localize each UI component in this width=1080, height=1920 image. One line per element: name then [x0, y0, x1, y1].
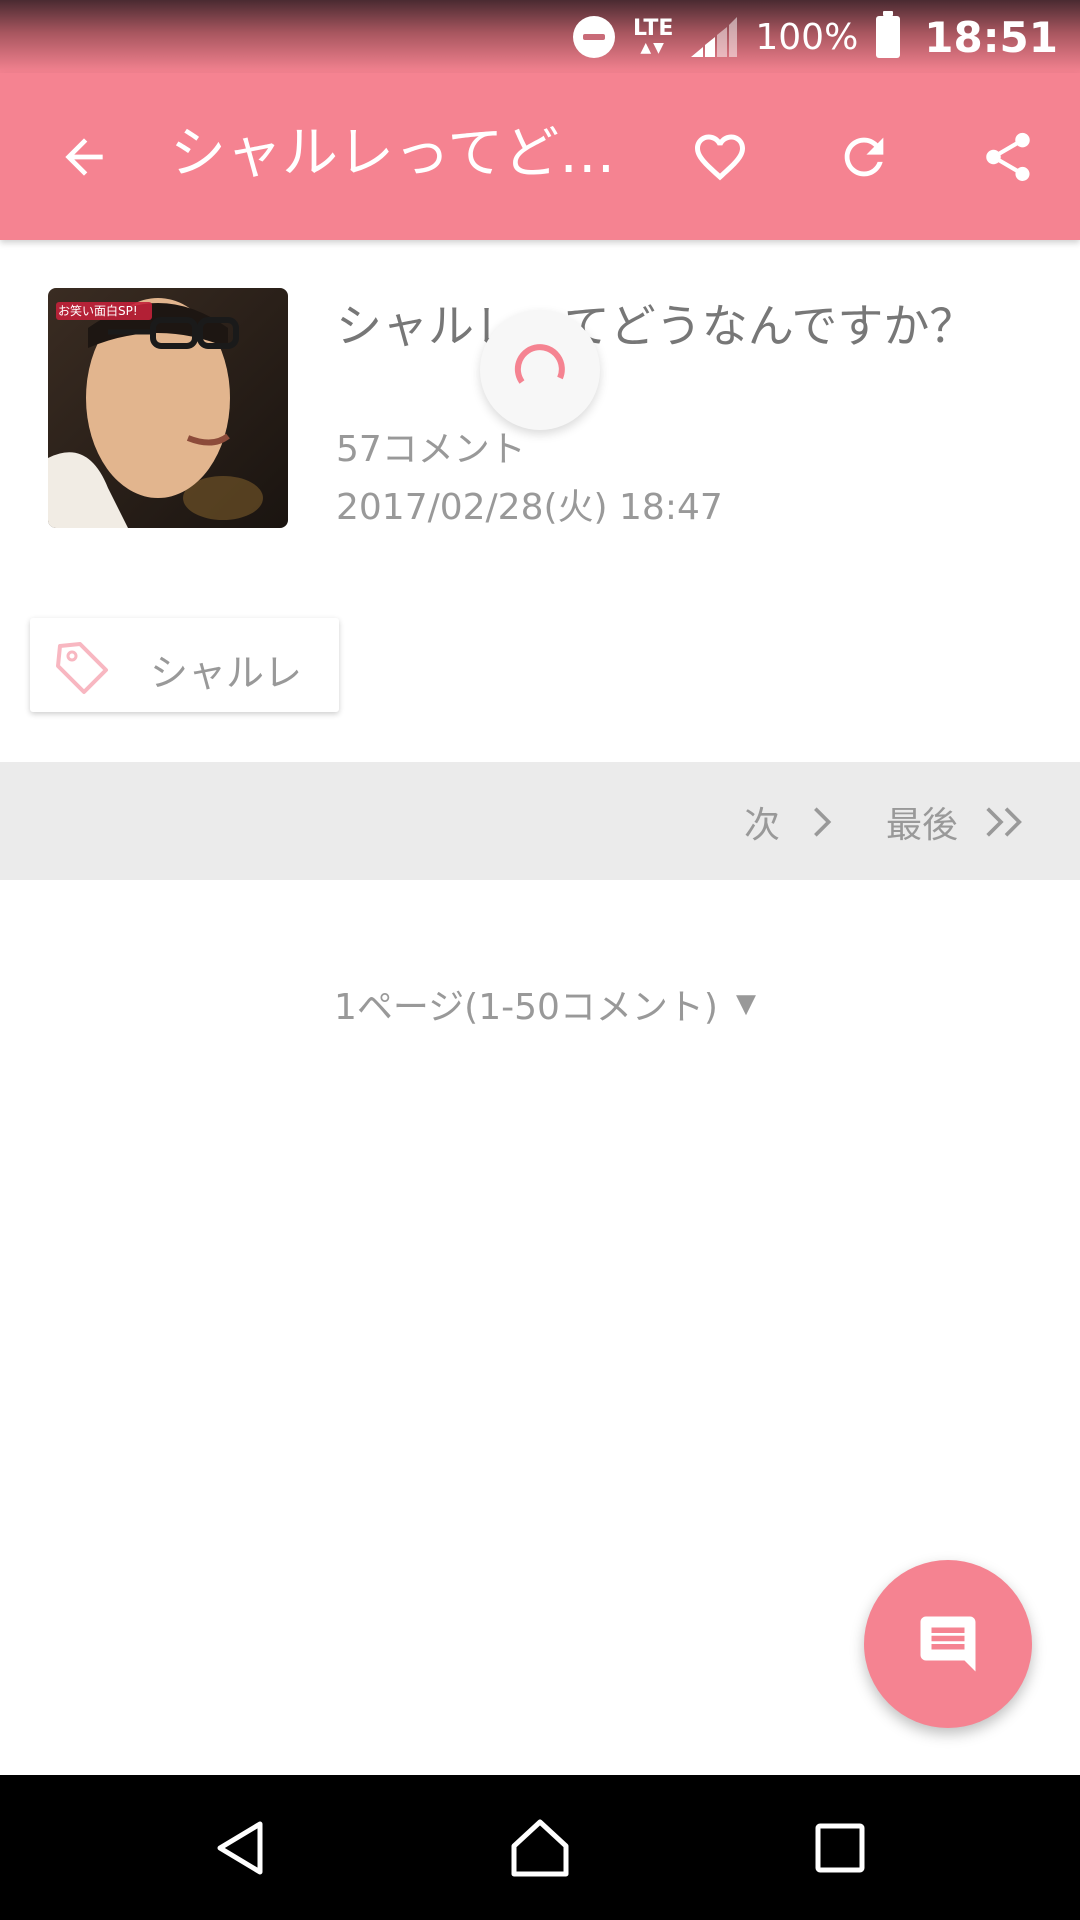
dropdown-arrow-icon: ▼ — [735, 989, 756, 1019]
tag-chip[interactable]: シャルレ — [30, 618, 339, 712]
network-indicator: LTE ▲▼ — [632, 16, 674, 57]
post-title: シャルレってどうなんですか？ — [336, 299, 976, 353]
tag-label: シャルレ — [150, 651, 303, 695]
page-title: シャルレってど… — [170, 121, 616, 186]
do-not-disturb-icon — [572, 16, 615, 58]
status-bar: LTE ▲▼ 100% 18:51 — [0, 0, 1080, 73]
next-page-label: 次 — [744, 805, 781, 846]
system-nav-bar — [0, 1775, 1080, 1920]
heart-icon — [695, 134, 745, 181]
spinner-icon — [514, 344, 565, 384]
nav-back-button[interactable] — [190, 1805, 290, 1891]
share-button[interactable] — [962, 111, 1054, 203]
battery-percentage: 100% — [755, 16, 859, 58]
network-arrows: ▲▼ — [640, 40, 666, 56]
post-thumbnail[interactable]: お笑い面白SP! — [48, 288, 288, 528]
next-page-button[interactable]: 次 — [744, 796, 842, 848]
back-button[interactable] — [38, 111, 130, 203]
chevron-right-icon — [814, 807, 832, 837]
app-bar: シャルレってど… — [0, 73, 1080, 240]
favorite-button[interactable] — [674, 111, 766, 203]
last-page-button[interactable]: 最後 — [886, 796, 1032, 848]
battery-icon — [876, 11, 901, 58]
comment-count: 57コメント — [336, 429, 526, 470]
nav-recents-icon — [815, 1823, 865, 1873]
loading-spinner — [480, 310, 600, 430]
refresh-icon — [844, 137, 884, 177]
back-arrow-icon — [65, 138, 103, 176]
network-type: LTE — [632, 16, 674, 41]
nav-recents-button[interactable] — [790, 1805, 890, 1891]
signal-icon — [691, 17, 738, 57]
pager-bar: 次 最後 — [0, 762, 1080, 880]
comment-fab[interactable] — [864, 1560, 1032, 1728]
comment-icon — [920, 1616, 976, 1672]
thumbnail-image — [48, 288, 288, 528]
last-page-label: 最後 — [886, 805, 959, 846]
tag-icon — [56, 642, 108, 694]
nav-back-icon — [217, 1821, 263, 1875]
nav-home-button[interactable] — [490, 1805, 590, 1891]
status-icons: LTE ▲▼ 100% 18:51 — [572, 10, 1058, 64]
page-selector[interactable]: 1ページ(1-50コメント) ▼ — [334, 978, 756, 1030]
post-datetime: 2017/02/28(火) 18:47 — [336, 487, 723, 528]
nav-home-icon — [511, 1819, 569, 1877]
page-selector-label: 1ページ(1-50コメント) — [334, 987, 718, 1028]
thumbnail-caption: お笑い面白SP! — [58, 304, 138, 318]
clock: 18:51 — [924, 12, 1058, 62]
double-chevron-right-icon — [986, 807, 1022, 837]
refresh-button[interactable] — [818, 111, 910, 203]
share-icon — [986, 132, 1030, 181]
